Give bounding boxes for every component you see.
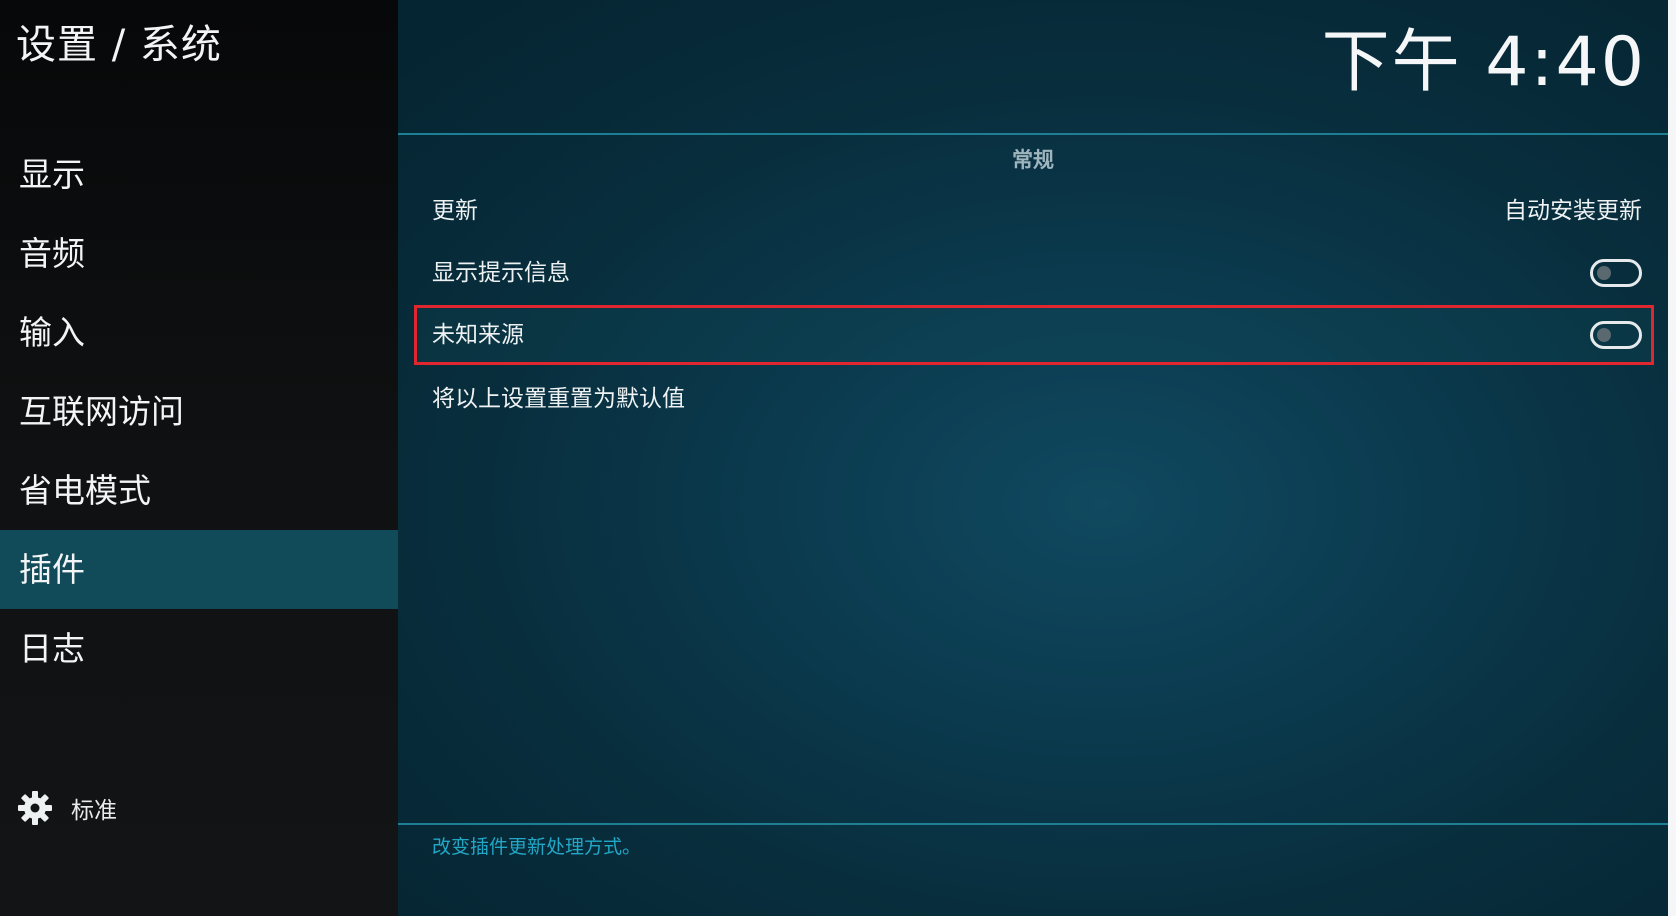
toggle-knob [1597, 328, 1611, 342]
bottom-divider [398, 823, 1668, 825]
setting-updates[interactable]: 更新 自动安装更新 [432, 181, 1642, 241]
setting-show-notifications[interactable]: 显示提示信息 [432, 243, 1642, 303]
settings-panel: 下午 4:40 常规 更新 自动安装更新 显示提示信息 未知来源 将以上设置重置… [398, 0, 1676, 916]
gear-icon [17, 790, 53, 826]
show-notifications-toggle[interactable] [1590, 259, 1642, 287]
setting-updates-value: 自动安装更新 [1504, 198, 1642, 224]
sidebar-item-logging[interactable]: 日志 [0, 609, 398, 688]
sidebar-item-power-saving[interactable]: 省电模式 [0, 451, 398, 530]
setting-reset-defaults-label: 将以上设置重置为默认值 [432, 386, 685, 412]
sidebar-item-display[interactable]: 显示 [0, 135, 398, 214]
sidebar-item-audio[interactable]: 音频 [0, 214, 398, 293]
breadcrumb: 设置 / 系统 [16, 22, 222, 68]
group-title: 常规 [1012, 148, 1054, 172]
setting-reset-defaults[interactable]: 将以上设置重置为默认值 [432, 369, 1642, 429]
setting-updates-label: 更新 [432, 198, 478, 224]
setting-show-notifications-label: 显示提示信息 [432, 260, 570, 286]
settings-screen: 设置 / 系统 显示 音频 输入 互联网访问 省电模式 插件 日志 标准 下午 … [0, 0, 1676, 916]
sidebar: 设置 / 系统 显示 音频 输入 互联网访问 省电模式 插件 日志 标准 [0, 0, 398, 916]
sidebar-item-addons[interactable]: 插件 [0, 530, 398, 609]
toggle-knob [1597, 266, 1611, 280]
top-divider [398, 133, 1668, 135]
clock: 下午 4:40 [1321, 23, 1646, 102]
settings-level-label: 标准 [71, 798, 117, 824]
sidebar-menu: 显示 音频 输入 互联网访问 省电模式 插件 日志 [0, 135, 398, 688]
setting-unknown-sources[interactable]: 未知来源 [432, 305, 1642, 365]
sidebar-item-internet-access[interactable]: 互联网访问 [0, 372, 398, 451]
sidebar-item-input[interactable]: 输入 [0, 293, 398, 372]
help-text: 改变插件更新处理方式。 [432, 836, 642, 858]
unknown-sources-toggle[interactable] [1590, 321, 1642, 349]
settings-level-button[interactable]: 标准 [17, 788, 117, 828]
setting-unknown-sources-label: 未知来源 [432, 322, 524, 348]
